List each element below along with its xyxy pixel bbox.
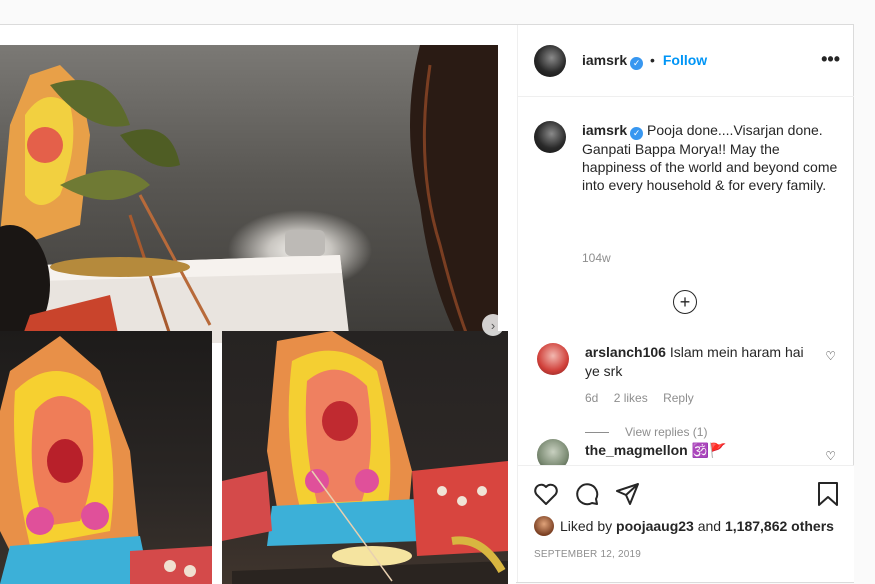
comment-text: arslanch106 Islam mein haram hai ye srk [585,343,815,381]
liker-avatar[interactable] [534,516,554,536]
post-modal: › iamsrk ✓ • Follow ••• iamsrk ✓ Pooja don… [0,24,854,584]
liked-by-user[interactable]: poojaaug23 [616,518,694,534]
comment-like-heart-icon[interactable]: ♡ [825,349,836,363]
commenter-username[interactable]: the_magmellon [585,442,688,458]
replies-line [585,432,609,434]
view-replies[interactable]: View replies (1) [585,425,707,439]
photo-left-drawing [0,336,212,584]
share-icon[interactable] [614,480,642,508]
view-replies-label[interactable]: View replies (1) [625,425,707,439]
verified-badge-icon: ✓ [630,57,644,70]
photo-right-drawing [222,331,508,584]
verified-badge-icon: ✓ [630,127,644,140]
author-avatar[interactable] [534,45,566,77]
comment-reply-button[interactable]: Reply [663,391,694,405]
header-user-row: iamsrk ✓ • Follow [582,52,707,70]
photo-ganesha-idol-right [222,331,508,584]
photo-ganesha-altar-top [0,45,498,343]
caption-timestamp[interactable]: 104w [582,251,611,265]
author-username[interactable]: iamsrk [582,52,627,68]
liked-by-prefix: Liked by [560,518,613,534]
load-more-comments-icon[interactable]: + [673,290,697,314]
comment-likes[interactable]: 2 likes [614,391,648,405]
more-options-icon[interactable]: ••• [821,49,840,70]
liked-by-and: and [697,518,722,534]
heart-icon[interactable] [532,480,560,508]
bookmark-icon[interactable] [814,480,842,508]
comment-text: the_magmellon 🕉️🚩 [585,441,815,460]
post-actions: Liked by poojaaug23 and 1,187,862 others… [518,465,854,582]
photo-top-drawing [0,45,498,343]
commenter-avatar[interactable] [537,343,569,375]
caption-username[interactable]: iamsrk [582,122,627,138]
post-header: iamsrk ✓ • Follow ••• [518,25,854,97]
carousel-next-icon[interactable]: › [482,314,504,336]
commenter-username[interactable]: arslanch106 [585,344,666,360]
photo-ganesha-idol-left [0,331,212,584]
likes-summary: Liked by poojaaug23 and 1,187,862 others [534,516,834,536]
dot-separator: • [650,52,655,68]
comment-body: 🕉️🚩 [691,442,727,458]
caption-text: iamsrk ✓ Pooja done....Visarjan done. Gan… [582,121,840,194]
post-media[interactable]: › [0,25,516,584]
liked-by-others[interactable]: 1,187,862 others [725,518,834,534]
comment-icon[interactable] [573,480,601,508]
caption-avatar[interactable] [534,121,566,153]
post-date[interactable]: SEPTEMBER 12, 2019 [534,549,641,560]
post-sidebar: iamsrk ✓ • Follow ••• iamsrk ✓ Pooja done.… [517,25,854,582]
follow-button[interactable]: Follow [663,52,707,68]
comment-like-heart-icon[interactable]: ♡ [825,449,836,463]
comment-meta: 6d 2 likes Reply [585,391,706,405]
comment-time[interactable]: 6d [585,391,598,405]
